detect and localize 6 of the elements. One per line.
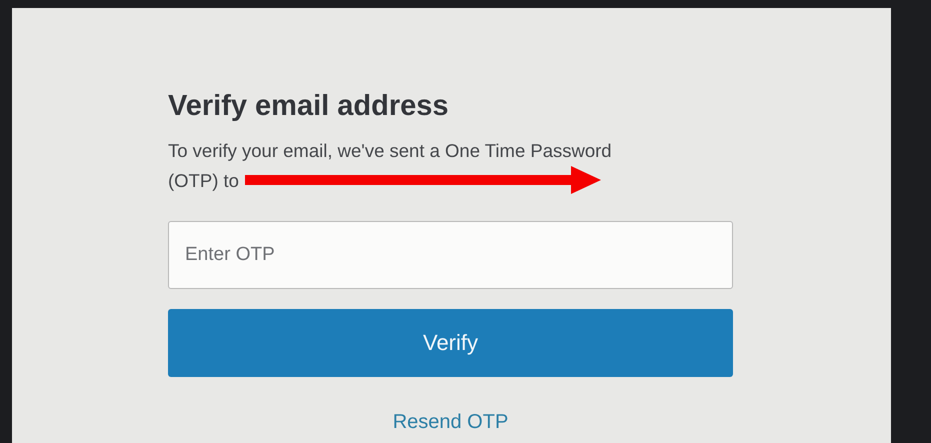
resend-otp-link[interactable]: Resend OTP bbox=[392, 411, 508, 433]
verification-message: To verify your email, we've sent a One Time Password bbox=[168, 139, 613, 163]
verify-button[interactable]: Verify bbox=[168, 309, 733, 377]
otp-input-field[interactable]: Enter OTP bbox=[168, 221, 733, 289]
page-title: Verify email address bbox=[168, 89, 450, 124]
verification-message: (OTP) to bbox=[168, 168, 239, 193]
